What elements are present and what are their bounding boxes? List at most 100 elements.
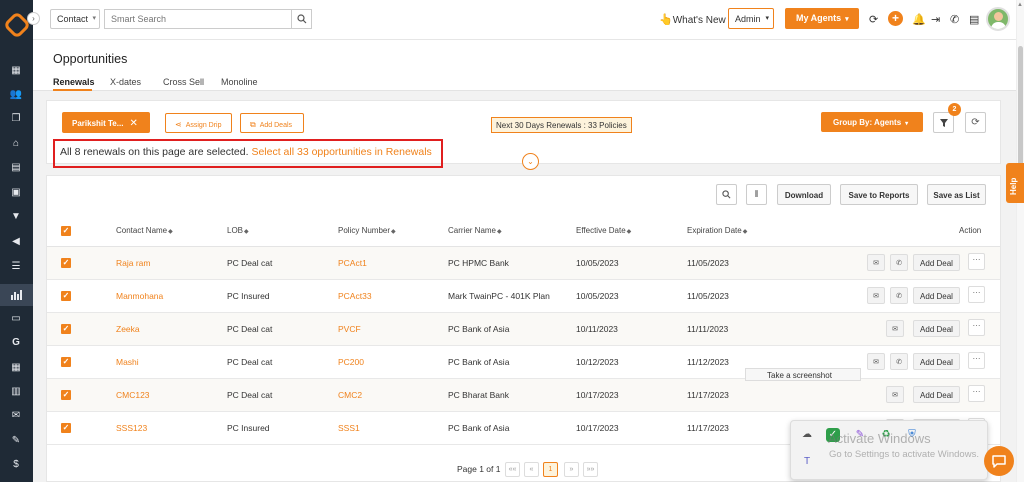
assign-drip-button[interactable]: ⋖ Assign Drip [165, 113, 232, 133]
next-30-days-badge[interactable]: Next 30 Days Renewals : 33 Policies [491, 117, 632, 133]
close-icon[interactable]: ✕ [129, 118, 137, 129]
save-as-list-button[interactable]: Save as List [927, 184, 986, 205]
email-icon[interactable]: ✉ [867, 353, 885, 370]
next-page-button[interactable]: » [564, 462, 579, 477]
help-tab[interactable]: Help [1006, 163, 1024, 203]
policy-number-link[interactable]: PC200 [338, 357, 364, 367]
policy-number-link[interactable]: SSS1 [338, 423, 360, 433]
calendar-icon[interactable]: ▥ [9, 384, 23, 398]
row-checkbox[interactable]: ✓ [61, 390, 71, 400]
contact-name-link[interactable]: CMC123 [116, 390, 150, 400]
add-deal-button[interactable]: Add Deal [913, 254, 960, 271]
phone-icon[interactable]: ✆ [950, 13, 959, 26]
select-all-checkbox[interactable]: ✓ [61, 226, 71, 236]
whats-new-link[interactable]: 👆What's New [659, 13, 726, 26]
opportunities-chart-icon[interactable] [0, 284, 33, 306]
row-checkbox[interactable]: ✓ [61, 291, 71, 301]
scroll-up-arrow-icon[interactable]: ▲ [1017, 2, 1023, 8]
email-icon[interactable]: ✉ [867, 287, 885, 304]
tab-x-dates[interactable]: X-dates [110, 77, 141, 87]
group-by-button[interactable]: Group By: Agents ▾ [821, 112, 923, 132]
column-header-policy-number[interactable]: Policy Number◆ [338, 226, 396, 235]
mail-icon[interactable]: ✉ [9, 408, 23, 422]
my-agents-button[interactable]: My Agents ▾ [785, 8, 859, 29]
teams-icon[interactable]: T [800, 455, 814, 469]
search-button[interactable] [291, 9, 312, 29]
column-header-lob[interactable]: LOB◆ [227, 226, 249, 235]
columns-icon[interactable]: ⦀ [746, 184, 767, 205]
more-options-button[interactable]: ··· [968, 352, 985, 369]
refresh-button[interactable]: ⟳ [965, 112, 986, 133]
contact-name-link[interactable]: Raja ram [116, 258, 150, 268]
calculator-icon[interactable]: ▤ [969, 13, 979, 26]
policy-number-link[interactable]: PCAct1 [338, 258, 367, 268]
row-checkbox[interactable]: ✓ [61, 258, 71, 268]
sync-icon[interactable]: ⟳ [869, 13, 878, 26]
email-icon[interactable]: ✉ [867, 254, 885, 271]
page-1-button[interactable]: 1 [543, 462, 558, 477]
contact-name-link[interactable]: Zeeka [116, 324, 140, 334]
contact-name-link[interactable]: Mashi [116, 357, 139, 367]
logout-icon[interactable]: ⇥ [931, 13, 940, 26]
collapse-toggle-icon[interactable]: ⌄ [522, 153, 539, 170]
download-button[interactable]: Download [777, 184, 831, 205]
chat-button[interactable] [984, 446, 1014, 476]
call-icon[interactable]: ✆ [890, 287, 908, 304]
policy-number-link[interactable]: PCAct33 [338, 291, 372, 301]
contact-name-link[interactable]: SSS123 [116, 423, 147, 433]
add-deal-button[interactable]: Add Deal [913, 386, 960, 403]
sidebar-expand-button[interactable]: › [27, 12, 40, 25]
id-card-icon[interactable]: ▣ [9, 185, 23, 199]
add-deal-button[interactable]: Add Deal [913, 320, 960, 337]
add-deals-button[interactable]: ⧉ Add Deals [240, 113, 304, 133]
row-checkbox[interactable]: ✓ [61, 324, 71, 334]
add-deal-button[interactable]: Add Deal [913, 287, 960, 304]
call-icon[interactable]: ✆ [890, 353, 908, 370]
email-icon[interactable]: ✉ [886, 386, 904, 403]
contacts-icon[interactable]: 👥 [9, 87, 23, 101]
policy-number-link[interactable]: PVCF [338, 324, 361, 334]
smart-search-input[interactable] [104, 9, 291, 29]
more-options-button[interactable]: ··· [968, 253, 985, 270]
agent-filter-chip[interactable]: Parikshit Te... ✕ [62, 112, 150, 133]
row-checkbox[interactable]: ✓ [61, 357, 71, 367]
add-deal-button[interactable]: Add Deal [913, 353, 960, 370]
contact-name-link[interactable]: Manmohana [116, 291, 163, 301]
cloud-icon[interactable]: ☁ [800, 428, 814, 442]
funnel-icon[interactable]: ▼ [9, 209, 23, 223]
contact-type-select[interactable]: Contact ▾ [50, 9, 100, 29]
tab-renewals[interactable]: Renewals [53, 77, 95, 87]
policy-number-link[interactable]: CMC2 [338, 390, 362, 400]
column-header-contact-name[interactable]: Contact Name◆ [116, 226, 173, 235]
table-search-button[interactable] [716, 184, 737, 205]
row-checkbox[interactable]: ✓ [61, 423, 71, 433]
select-all-link[interactable]: Select all 33 opportunities in Renewals [251, 146, 431, 158]
grid-icon[interactable]: ▦ [9, 360, 23, 374]
signature-icon[interactable]: ✎ [9, 433, 23, 447]
notes-icon[interactable]: ▤ [9, 160, 23, 174]
megaphone-icon[interactable]: ◀ [9, 234, 23, 248]
dashboard-icon[interactable]: ▦ [9, 63, 23, 77]
tab-cross-sell[interactable]: Cross Sell [163, 77, 204, 87]
save-to-reports-button[interactable]: Save to Reports [840, 184, 918, 205]
folder-icon[interactable]: ▭ [9, 311, 23, 325]
more-options-button[interactable]: ··· [968, 286, 985, 303]
tab-monoline[interactable]: Monoline [221, 77, 258, 87]
bank-icon[interactable]: ⌂ [9, 136, 23, 150]
column-header-carrier-name[interactable]: Carrier Name◆ [448, 226, 502, 235]
more-options-button[interactable]: ··· [968, 385, 985, 402]
quick-add-button[interactable]: + [888, 11, 903, 26]
first-page-button[interactable]: «« [505, 462, 520, 477]
last-page-button[interactable]: »» [583, 462, 598, 477]
list-icon[interactable]: ☰ [9, 259, 23, 273]
dollar-icon[interactable]: $ [9, 457, 23, 471]
email-icon[interactable]: ✉ [886, 320, 904, 337]
column-header-expiration-date[interactable]: Expiration Date◆ [687, 226, 747, 235]
more-options-button[interactable]: ··· [968, 319, 985, 336]
call-icon[interactable]: ✆ [890, 254, 908, 271]
documents-icon[interactable]: ❐ [9, 111, 23, 125]
google-icon[interactable]: G [9, 335, 23, 349]
column-header-effective-date[interactable]: Effective Date◆ [576, 226, 631, 235]
role-select[interactable]: Admin ▾ [728, 8, 774, 29]
prev-page-button[interactable]: « [524, 462, 539, 477]
